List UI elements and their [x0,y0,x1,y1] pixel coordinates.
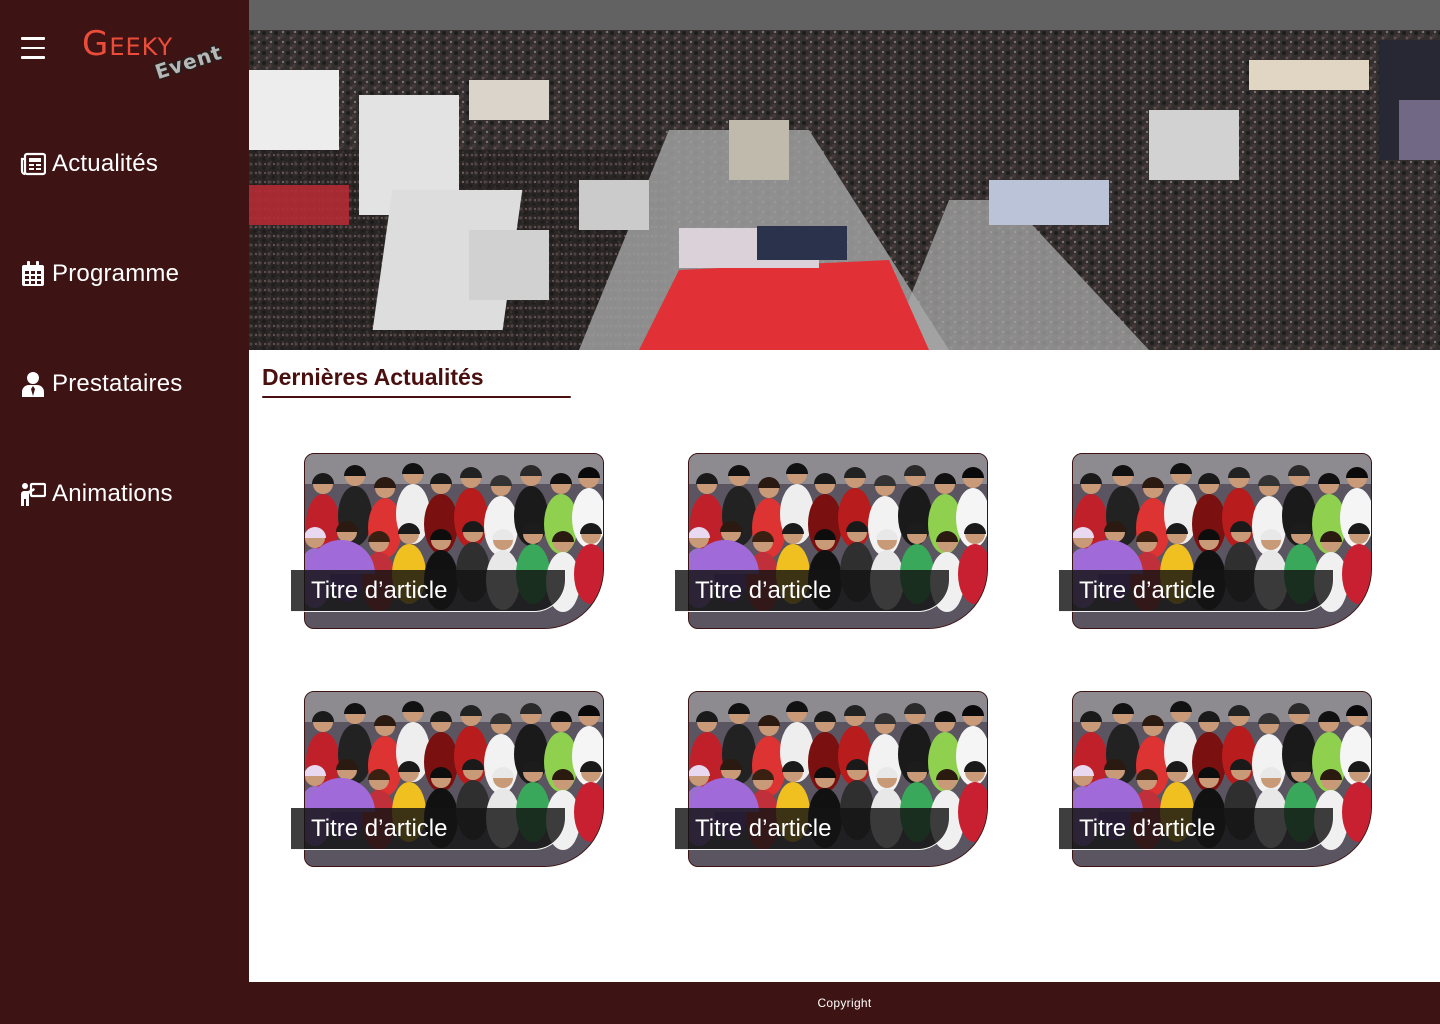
presentation-icon [20,481,46,507]
sidebar-item-label: Programme [52,260,180,287]
hamburger-menu-icon[interactable] [21,37,45,59]
article-title-bar: Titre d’article [675,570,950,612]
sidebar-item-actualites[interactable]: Actualités [20,144,158,184]
article-title: Titre d’article [1079,576,1216,604]
article-card[interactable]: Titre d’article [675,453,990,629]
section-title: Dernières Actualités [262,364,484,390]
article-title-bar: Titre d’article [675,808,950,850]
article-card[interactable]: Titre d’article [675,691,990,867]
article-title: Titre d’article [695,576,832,604]
article-title: Titre d’article [695,814,832,842]
article-card[interactable]: Titre d’article [291,691,606,867]
sidebar-item-label: Prestataires [52,370,183,397]
newspaper-icon [20,151,46,177]
article-title: Titre d’article [1079,814,1216,842]
article-title-bar: Titre d’article [1059,808,1334,850]
copyright-text: Copyright [817,996,872,1010]
user-tie-icon [20,371,46,397]
logo[interactable]: Geeky Event [80,24,228,90]
article-title-bar: Titre d’article [291,808,566,850]
sidebar-item-prestataires[interactable]: Prestataires [20,364,182,404]
article-title: Titre d’article [311,814,448,842]
section-title-underline [262,396,571,398]
article-title: Titre d’article [311,576,448,604]
hero-image-convention-hall [249,0,1440,350]
article-card[interactable]: Titre d’article [291,453,606,629]
sidebar: Geeky Event Actualités Programme Prestat… [0,0,249,1024]
footer: Copyright [249,982,1440,1024]
sidebar-item-programme[interactable]: Programme [20,254,179,294]
article-title-bar: Titre d’article [291,570,566,612]
sidebar-item-label: Actualités [52,150,159,177]
article-card[interactable]: Titre d’article [1059,691,1374,867]
article-card[interactable]: Titre d’article [1059,453,1374,629]
article-title-bar: Titre d’article [1059,570,1334,612]
sidebar-item-animations[interactable]: Animations [20,474,173,514]
sidebar-item-label: Animations [52,480,173,507]
calendar-icon [20,261,46,287]
